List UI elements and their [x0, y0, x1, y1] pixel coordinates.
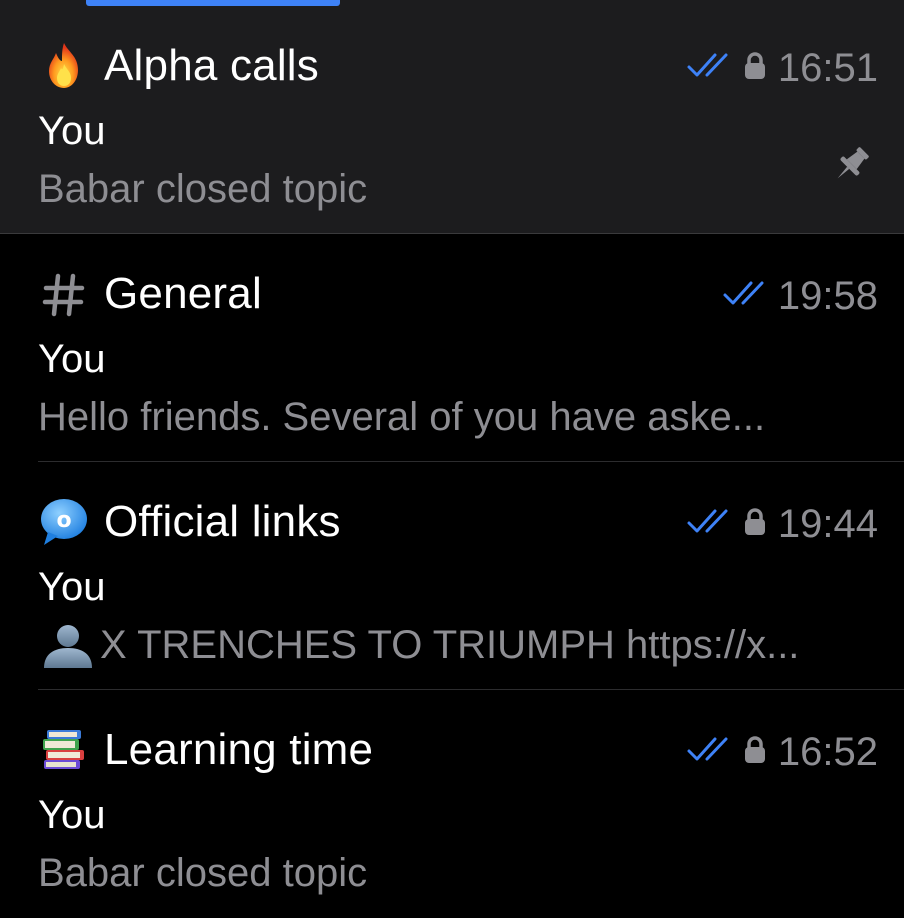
message-preview: Hello friends. Several of you have aske.…: [38, 395, 766, 439]
topic-row-alpha-calls[interactable]: Alpha calls 16:51 You Babar closed topic: [0, 6, 904, 234]
double-check-icon: [686, 507, 732, 542]
double-check-icon: [686, 51, 732, 86]
pin-icon: [828, 142, 874, 188]
topic-time: 16:52: [777, 730, 878, 774]
lock-icon: [742, 51, 768, 86]
message-preview: Babar closed topic: [38, 167, 368, 211]
topic-meta: 19:44: [686, 500, 878, 548]
topic-row-general[interactable]: General 19:58 You Hello friends. Several…: [0, 234, 904, 462]
double-check-icon: [722, 279, 768, 314]
topic-meta: 19:58: [722, 272, 878, 320]
speech-bubble-o-icon: o: [38, 496, 90, 548]
last-sender: You: [38, 565, 106, 609]
topic-meta: 16:51: [686, 44, 878, 92]
topic-time: 16:51: [777, 46, 878, 90]
books-emoji-icon: [38, 724, 90, 776]
topic-time: 19:58: [777, 274, 878, 318]
bust-silhouette-icon: [38, 620, 100, 670]
last-sender: You: [38, 337, 106, 381]
topic-title: Alpha calls: [104, 41, 319, 90]
topic-title: General: [104, 269, 262, 318]
topic-title: Learning time: [104, 725, 374, 774]
last-sender: You: [38, 793, 106, 837]
fire-emoji-icon: [38, 40, 90, 92]
lock-icon: [742, 735, 768, 770]
hash-icon: [38, 268, 90, 320]
topic-title: Official links: [104, 497, 341, 546]
message-preview-container: X TRENCHES TO TRIUMPH https://x...: [38, 620, 878, 670]
lock-icon: [742, 507, 768, 542]
bubble-letter: o: [56, 508, 71, 533]
last-sender: You: [38, 109, 106, 153]
topic-time: 19:44: [777, 502, 878, 546]
message-preview: Babar closed topic: [38, 851, 368, 895]
double-check-icon: [686, 735, 732, 770]
topic-row-learning-time[interactable]: Learning time 16:52 You Babar closed top…: [0, 690, 904, 918]
message-preview: X TRENCHES TO TRIUMPH https://x...: [100, 623, 800, 667]
topic-row-official-links[interactable]: o Official links 19:44 You X TRENCHES TO…: [0, 462, 904, 690]
topic-meta: 16:52: [686, 728, 878, 776]
